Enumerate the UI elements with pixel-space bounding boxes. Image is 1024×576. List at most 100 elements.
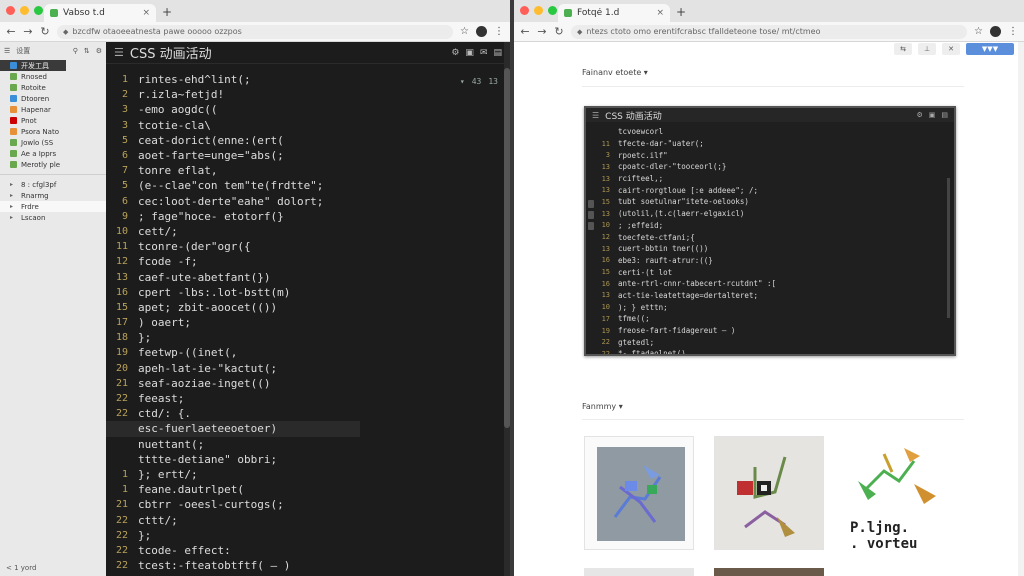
menu-dots-icon[interactable]: ⋮ [494, 26, 504, 37]
reload-icon[interactable]: ↻ [40, 25, 50, 38]
code-line[interactable]: 1 rintes-ehd^lint(; [106, 72, 510, 87]
sidebar-item[interactable]: Pnot [0, 115, 106, 126]
code-line[interactable]: 19 freose-fart-fidagereut — ) [586, 325, 954, 337]
code-line[interactable]: 3 -emo aogdc(( [106, 102, 510, 117]
code-line[interactable]: 11 tfecte-dar-"uater(; [586, 138, 954, 150]
partial-thumbnail[interactable] [714, 568, 824, 576]
new-tab-button[interactable]: + [676, 5, 686, 19]
sidebar-item[interactable]: Ae a Ipprs [0, 148, 106, 159]
code-line[interactable]: 13 cpoatc-dler-"tooceorl(;} [586, 161, 954, 173]
new-tab-button[interactable]: + [162, 5, 172, 19]
page-scrollbar[interactable] [1018, 42, 1024, 576]
right-active-tab[interactable]: Fotqé 1.d × [558, 4, 670, 22]
code-line[interactable]: 1 feane.dautrlpet( [106, 482, 510, 497]
thumbnail-color-arrows[interactable] [714, 436, 824, 550]
code-line[interactable]: tttte-detiane" obbri; [106, 452, 510, 467]
code-line[interactable]: 22 *- ftadaolnet() [586, 348, 954, 354]
forward-icon[interactable]: → [537, 25, 547, 38]
site-info-icon[interactable]: ◆ [63, 28, 68, 36]
code-line[interactable]: 22 tcest:-fteatobtftf( — ) [106, 558, 510, 573]
code-line[interactable]: 13 rcifteel,; [586, 173, 954, 185]
maximize-window-button[interactable] [548, 6, 557, 15]
section-heading-family[interactable]: Fanmmy ▾ [582, 402, 623, 411]
minimize-window-button[interactable] [534, 6, 543, 15]
code-line[interactable]: 9 ; fage"hoce- etotorf(} [106, 209, 510, 224]
sidebar-item[interactable]: ▸ Frdre [0, 201, 106, 212]
code-line[interactable]: 16 cpert -lbs:.lot-bstt(m) [106, 285, 510, 300]
anchor-button[interactable]: ⊥ [918, 43, 936, 55]
editor-settings-icon[interactable]: ⚙ [451, 48, 459, 58]
code-line[interactable]: 3 tcotie-cla\ [106, 118, 510, 133]
close-window-button[interactable] [6, 6, 15, 15]
code-editor[interactable]: ☰ CSS 动画活动 ⚙ ▣ ✉ ▤ ▾ 43 13 1 rintes-ehd^l… [106, 42, 510, 576]
code-line[interactable]: 22 feeast; [106, 391, 510, 406]
code-line[interactable]: 13 (utolil,(t.c(laerr-elgaxicl) [586, 208, 954, 220]
code-line[interactable]: 11 tconre-(der"ogr({ [106, 239, 510, 254]
code-line[interactable]: 20 apeh-lat-ie-"kactut(; [106, 361, 510, 376]
tab-close-icon[interactable]: × [656, 8, 664, 18]
minimize-window-button[interactable] [20, 6, 29, 15]
code-line[interactable]: 12 toecfete-ctfani;{ [586, 231, 954, 243]
tab-close-icon[interactable]: × [142, 8, 150, 18]
code-line[interactable]: 22 gtetedl; [586, 336, 954, 348]
thumbnail-blue-arrows[interactable] [584, 436, 694, 550]
sidebar-search-icon[interactable]: ⚲ [73, 47, 78, 55]
left-active-tab[interactable]: Vabso t.d × [44, 4, 156, 22]
code-line[interactable]: 22 cttt/; [106, 512, 510, 527]
code-line[interactable]: 21 seaf-aoziae-inget(() [106, 376, 510, 391]
sidebar-item[interactable]: ▸ Rnarmg [0, 190, 106, 201]
code-line[interactable]: nuettant(; [106, 437, 510, 452]
editor-scrollbar-thumb[interactable] [504, 68, 510, 428]
code-line[interactable]: 22 tcode- effect: [106, 543, 510, 558]
bookmark-star-icon[interactable]: ☆ [460, 26, 469, 37]
code-line[interactable]: tcvoewcorl [586, 126, 954, 138]
code-line[interactable]: 21 cbtrr -oeesl-curtogs(; [106, 497, 510, 512]
sidebar-item[interactable]: Rotoite [0, 82, 106, 93]
sidebar-split-icon[interactable]: ⇅ [84, 47, 90, 55]
back-icon[interactable]: ← [520, 25, 530, 38]
editor-panel-icon[interactable]: ▤ [493, 48, 502, 58]
code-line[interactable]: 15 certi-(t lot [586, 266, 954, 278]
code-line[interactable]: 10 ); } etttn; [586, 301, 954, 313]
code-line[interactable]: 16 ante-rtrl-cnnr-tabecert-rcutdnt" :[ [586, 278, 954, 290]
close-window-button[interactable] [520, 6, 529, 15]
partial-thumbnail[interactable] [584, 568, 694, 576]
url-field[interactable]: ◆ bzcdfw otaoeeatnesta pawe ooooo ozzpos [57, 24, 454, 39]
code-line[interactable]: 5 ceat-dorict(enne:(ert( [106, 133, 510, 148]
url-field[interactable]: ◆ ntezs ctoto omo erentifcrabsc tfalldet… [571, 24, 968, 39]
bookmark-star-icon[interactable]: ☆ [974, 26, 983, 37]
sidebar-item[interactable]: Psora Nato [0, 126, 106, 137]
code-line[interactable]: 1}; ertt/; [106, 467, 510, 482]
swap-button[interactable]: ⇆ [894, 43, 912, 55]
code-line[interactable]: 18}; [106, 330, 510, 345]
code-line[interactable]: 22 ctd/: {. [106, 406, 510, 421]
profile-avatar[interactable] [990, 26, 1001, 37]
code-line[interactable]: 6 cec:loot-derte"eahe" dolort; [106, 194, 510, 209]
thumbnail-logo[interactable]: P.ljng. . vorteu [844, 436, 954, 550]
code-line[interactable]: esc-fuerlaeteeoetoer) [106, 421, 360, 437]
editor-share-icon[interactable]: ✉ [480, 48, 488, 58]
editor-layout-icon[interactable]: ▣ [465, 48, 474, 58]
code-line[interactable]: 17) oaert; [106, 315, 510, 330]
maximize-window-button[interactable] [34, 6, 43, 15]
reload-icon[interactable]: ↻ [554, 25, 564, 38]
close-panel-button[interactable]: ✕ [942, 43, 960, 55]
back-icon[interactable]: ← [6, 25, 16, 38]
code-line[interactable]: 10 cett/; [106, 224, 510, 239]
code-line[interactable]: 5 (e--clae"con tem"te(frdtte"; [106, 178, 510, 193]
code-line[interactable]: 15 tubt soetulnar"itete-oelooks) [586, 196, 954, 208]
code-line[interactable]: 13 cairt-rorgtloue [:e addeee"; /; [586, 184, 954, 196]
code-line[interactable]: 12 fcode -f; [106, 254, 510, 269]
code-line[interactable]: 3 rpoetc.ilf" [586, 149, 954, 161]
sidebar-item[interactable]: Jowlo (SS [0, 137, 106, 148]
code-line[interactable]: 16 ebe3: rauft-atrur:((} [586, 255, 954, 267]
menu-dots-icon[interactable]: ⋮ [1008, 26, 1018, 37]
code-line[interactable]: 22}; [106, 528, 510, 543]
code-line[interactable]: 10 ; ;effeid; [586, 220, 954, 232]
code-line[interactable]: 17 tfme((; [586, 313, 954, 325]
sidebar-item[interactable]: Rnosed [0, 71, 106, 82]
code-line[interactable]: 7 tonre eflat, [106, 163, 510, 178]
primary-action-button[interactable]: ▼▼▼ [966, 43, 1014, 55]
sidebar-toggle-icon[interactable]: ☰ [4, 47, 10, 55]
sidebar-item[interactable]: Dtooren [0, 93, 106, 104]
